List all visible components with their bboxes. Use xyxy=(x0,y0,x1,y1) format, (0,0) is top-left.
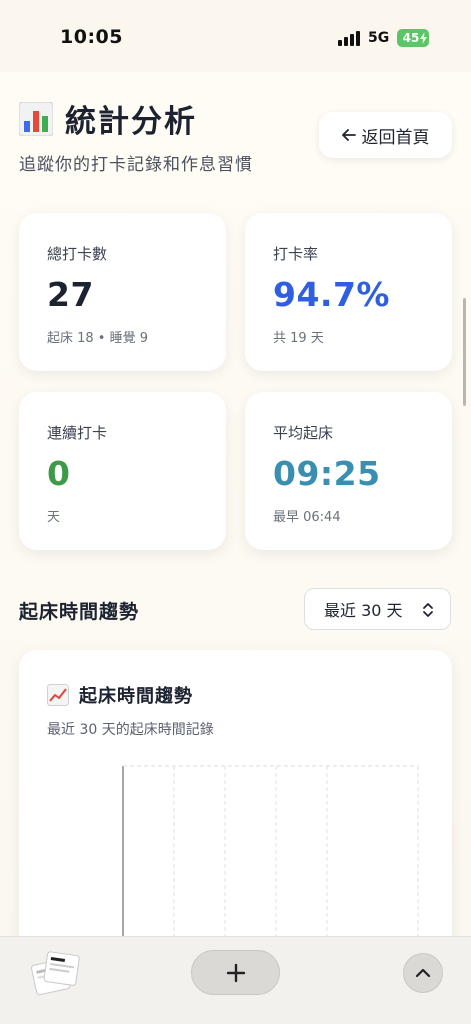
scroll-up-button[interactable] xyxy=(403,953,443,993)
stat-card-checkin-rate: 打卡率 94.7% 共 19 天 xyxy=(245,213,452,371)
screenshot-thumbnail-icon[interactable] xyxy=(27,947,83,999)
stat-sub: 起床 18 • 睡覺 9 xyxy=(47,331,149,346)
stat-label: 連續打卡 xyxy=(47,424,108,442)
add-button[interactable] xyxy=(191,950,280,995)
stat-card-total-checkins: 總打卡數 27 起床 18 • 睡覺 9 xyxy=(19,213,226,371)
network-label: 5G xyxy=(368,30,390,46)
wakeup-trend-chart-card: 起床時間趨勢 最近 30 天的起床時間記錄 xyxy=(19,650,452,980)
stat-sub: 共 19 天 xyxy=(273,331,324,346)
back-home-button[interactable]: 返回首頁 xyxy=(319,112,452,158)
stat-sub: 天 xyxy=(47,510,61,525)
scrollbar[interactable] xyxy=(463,298,466,406)
range-select-value: 最近 30 天 xyxy=(324,601,403,620)
page-title: 統計分析 xyxy=(65,104,197,140)
status-bar: 10:05 5G 45 xyxy=(0,0,471,72)
stat-card-avg-wakeup: 平均起床 09:25 最早 06:44 xyxy=(245,392,452,550)
trend-section-title: 起床時間趨勢 xyxy=(19,601,140,623)
charging-bolt-icon xyxy=(420,32,427,44)
page-header: 統計分析 xyxy=(19,96,197,141)
stat-value: 0 xyxy=(47,454,71,493)
battery-indicator: 45 xyxy=(397,29,429,47)
chart-plot-area xyxy=(122,765,419,980)
stat-label: 總打卡數 xyxy=(47,245,108,263)
page-subtitle: 追蹤你的打卡記錄和作息習慣 xyxy=(19,155,253,175)
bottom-toolbar xyxy=(0,936,471,1024)
range-select[interactable]: 最近 30 天 xyxy=(304,588,451,630)
stat-sub: 最早 06:44 xyxy=(273,510,341,525)
plus-icon xyxy=(226,963,245,982)
status-time: 10:05 xyxy=(60,26,123,48)
stat-label: 打卡率 xyxy=(273,245,319,263)
stat-card-streak: 連續打卡 0 天 xyxy=(19,392,226,550)
stat-value: 94.7% xyxy=(273,275,390,314)
back-home-label: 返回首頁 xyxy=(361,127,430,148)
signal-icon xyxy=(338,31,360,46)
bar-chart-icon xyxy=(19,101,53,136)
chevron-up-icon xyxy=(415,968,431,978)
stat-value: 09:25 xyxy=(273,454,381,493)
arrow-left-icon xyxy=(341,129,356,141)
stat-value: 27 xyxy=(47,275,94,314)
chevron-up-down-icon xyxy=(423,603,433,617)
stat-label: 平均起床 xyxy=(273,424,334,442)
